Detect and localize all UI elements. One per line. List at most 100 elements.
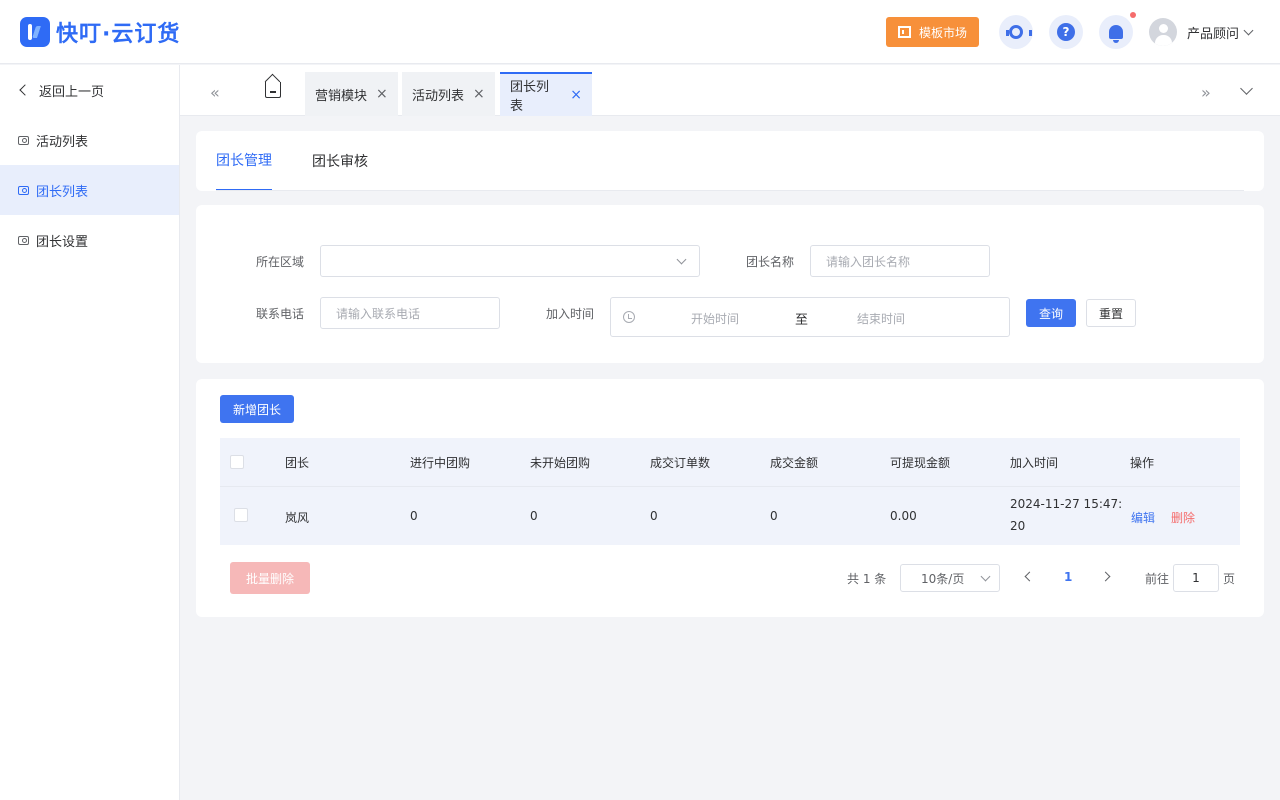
add-leader-button[interactable]: 新增团长 [220,395,294,423]
sidebar: 返回上一页 活动列表 团长列表 团长设置 [0,65,180,800]
leader-name-label: 团长名称 [746,255,795,269]
tab-marketing-module[interactable]: 营销模块 × [305,72,398,116]
leader-name-input[interactable]: 请输入团长名称 [810,245,990,277]
home-icon[interactable] [265,82,281,98]
column-header: 可提现金额 [890,456,951,470]
customer-service-button[interactable] [999,15,1033,49]
close-icon[interactable]: × [376,86,388,102]
cell-amount: 0 [770,509,778,523]
delete-link[interactable]: 删除 [1171,509,1195,526]
region-select[interactable] [320,245,700,277]
select-all-checkbox[interactable] [230,455,244,469]
scroll-right-icon[interactable]: » [1201,83,1211,102]
sidebar-item-label: 活动列表 [36,134,89,150]
template-market-button[interactable]: 模板市场 [886,17,979,47]
notification-button[interactable] [1099,15,1133,49]
pagination-total: 共 1 条 [847,572,887,586]
user-menu[interactable]: 产品顾问 [1149,18,1254,46]
prev-page-icon[interactable] [1024,571,1035,582]
top-header: 快叮·云订货 模板市场 ? 产品顾问 [0,0,1280,64]
column-header: 成交订单数 [650,456,711,470]
ticket-icon [18,235,29,245]
user-name: 产品顾问 [1187,26,1240,42]
page-number-current[interactable]: 1 [1064,570,1072,584]
sub-tab-label: 团长管理 [216,153,272,169]
batch-delete-button[interactable]: 批量删除 [230,562,310,594]
chevron-down-icon [676,254,687,265]
table-card: 新增团长 团长 进行中团购 未开始团购 成交订单数 成交金额 可提现金额 加入时… [196,379,1264,617]
sidebar-item-label: 团长设置 [36,234,89,250]
tabs-divider [216,190,1244,191]
sub-tabs-card: 团长管理 团长审核 [196,131,1264,191]
chevron-down-icon [1243,25,1254,35]
sidebar-item-leader-settings[interactable]: 团长设置 [0,215,179,265]
tab-activity-list[interactable]: 活动列表 × [402,72,495,116]
next-page-icon[interactable] [1100,571,1111,582]
sidebar-item-activity-list[interactable]: 活动列表 [0,115,179,165]
phone-label: 联系电话 [256,307,305,321]
reset-button[interactable]: 重置 [1086,299,1136,327]
template-icon [897,26,911,38]
app-logo[interactable]: 快叮·云订货 [20,17,180,47]
leader-name-placeholder: 请输入团长名称 [826,254,911,269]
clock-icon [623,311,635,323]
cell-ongoing: 0 [410,509,418,523]
sidebar-item-label: 团长列表 [36,184,89,200]
column-header: 未开始团购 [530,456,591,470]
ticket-icon [18,185,29,195]
column-header: 成交金额 [770,456,819,470]
column-header: 团长 [285,456,310,470]
sub-tab-label: 团长审核 [312,154,368,170]
sidebar-item-leader-list[interactable]: 团长列表 [0,165,179,215]
tab-leader-review[interactable]: 团长审核 [312,131,368,191]
column-header: 加入时间 [1010,456,1059,470]
chevron-down-icon [980,571,991,582]
tab-label: 团长列表 [510,80,550,114]
help-button[interactable]: ? [1049,15,1083,49]
service-icon [1006,25,1032,39]
table-row: 岚风 0 0 0 0 0.00 2024-11-27 15:47: 20 编辑 … [220,486,1240,545]
cell-leader: 岚风 [285,511,310,525]
end-time-input[interactable]: 结束时间 [857,310,905,327]
scroll-left-icon[interactable]: « [210,83,220,102]
join-time-range-picker[interactable]: 开始时间 至 结束时间 [610,297,1010,337]
cell-not-started: 0 [530,509,538,523]
page-size-select[interactable]: 10条/页 [900,564,1000,592]
logo-text: 快叮·云订货 [56,22,181,47]
goto-page-input[interactable]: 1 [1173,564,1219,592]
bell-icon [1109,25,1123,43]
help-icon: ? [1057,23,1075,41]
tab-label: 活动列表 [412,88,465,104]
logo-icon [20,17,50,47]
column-header: 进行中团购 [410,456,471,470]
edit-link[interactable]: 编辑 [1131,509,1155,526]
table-header: 团长 进行中团购 未开始团购 成交订单数 成交金额 可提现金额 加入时间 操作 [220,438,1240,486]
page-size-value: 10条/页 [921,571,965,586]
phone-placeholder: 请输入联系电话 [336,306,421,321]
filter-card: 所在区域 团长名称 请输入团长名称 联系电话 请输入联系电话 加入时间 开始时间… [196,205,1264,363]
range-separator: 至 [795,313,809,328]
close-icon[interactable]: × [473,86,485,102]
search-button[interactable]: 查询 [1026,299,1076,327]
cell-orders: 0 [650,509,658,523]
template-market-label: 模板市场 [918,25,967,40]
page-tabs-bar: « 营销模块 × 活动列表 × 团长列表 × » [180,65,1280,116]
tab-leader-management[interactable]: 团长管理 [216,131,272,191]
notification-dot [1130,12,1136,18]
cell-withdrawable: 0.00 [890,509,917,523]
cell-join-time-line1: 2024-11-27 15:47: [1010,497,1123,511]
close-icon[interactable]: × [570,87,582,103]
avatar [1149,18,1177,46]
phone-input[interactable]: 请输入联系电话 [320,297,500,329]
chevron-down-icon[interactable] [1240,82,1253,95]
cell-join-time-line2: 20 [1010,519,1026,533]
start-time-input[interactable]: 开始时间 [691,310,739,327]
region-label: 所在区域 [256,255,305,269]
chevron-left-icon [19,84,31,96]
goto-label: 前往 [1145,572,1170,586]
join-time-label: 加入时间 [546,307,595,321]
row-checkbox[interactable] [234,508,248,522]
tab-leader-list[interactable]: 团长列表 × [500,72,592,116]
ticket-icon [18,135,29,145]
back-link[interactable]: 返回上一页 [0,65,179,115]
